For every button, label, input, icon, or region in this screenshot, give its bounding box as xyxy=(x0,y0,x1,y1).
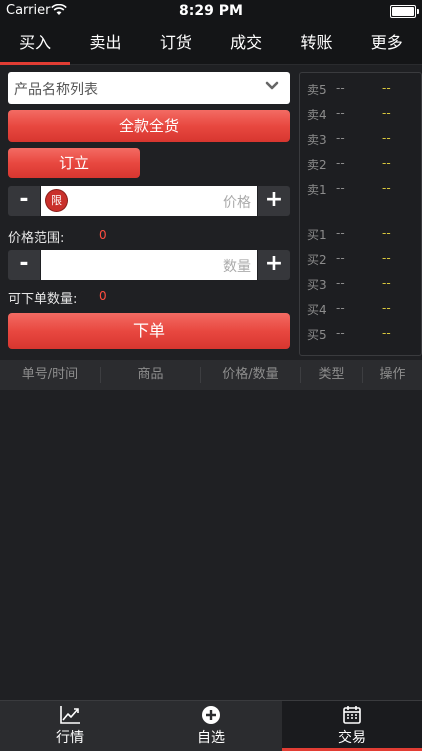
bid-level-label: 买4 xyxy=(307,303,327,317)
quantity-stepper: - 数量 + xyxy=(8,250,290,280)
bid-price: -- xyxy=(336,326,345,340)
chart-trend-icon xyxy=(0,705,140,727)
ask-row: 卖1 -- -- xyxy=(300,179,421,199)
bottom-tab-label: 交易 xyxy=(338,730,366,746)
price-stepper: - 限 价格 + xyxy=(8,186,290,216)
price-input[interactable]: 限 价格 xyxy=(41,186,257,216)
bid-row: 买5 -- -- xyxy=(300,324,421,344)
bottom-tab-label: 行情 xyxy=(56,730,84,746)
add-circle-icon xyxy=(141,705,281,727)
ask-level-label: 卖2 xyxy=(307,158,327,172)
battery-icon xyxy=(390,5,419,18)
bid-price: -- xyxy=(336,301,345,315)
bid-row: 买1 -- -- xyxy=(300,224,421,244)
calendar-icon xyxy=(282,705,422,727)
ask-level-label: 卖3 xyxy=(307,133,327,147)
bottom-tab-watchlist[interactable]: 自选 xyxy=(141,701,281,751)
ask-volume: -- xyxy=(382,106,391,120)
product-select-value: 产品名称列表 xyxy=(14,82,98,98)
bid-volume: -- xyxy=(382,251,391,265)
tab-transfer[interactable]: 转账 xyxy=(281,22,351,64)
bid-row: 买3 -- -- xyxy=(300,274,421,294)
submit-order-button[interactable]: 下单 xyxy=(8,313,290,349)
price-placeholder: 价格 xyxy=(223,195,251,211)
price-range-label: 价格范围: xyxy=(8,231,65,246)
ask-price: -- xyxy=(336,131,345,145)
column-type: 类型 xyxy=(318,367,345,382)
ask-row: 卖3 -- -- xyxy=(300,129,421,149)
bottom-tab-market[interactable]: 行情 xyxy=(0,701,140,751)
price-plus-button[interactable]: + xyxy=(258,186,290,216)
all-goods-button[interactable]: 全款全货 xyxy=(8,110,290,142)
tab-sell[interactable]: 卖出 xyxy=(70,22,140,64)
column-price-quantity: 价格/数量 xyxy=(222,367,279,382)
clock: 8:29 PM xyxy=(179,3,243,19)
limit-badge: 限 xyxy=(46,190,67,211)
ask-level-label: 卖4 xyxy=(307,108,327,122)
orderable-quantity-label: 可下单数量: xyxy=(8,292,78,307)
product-select[interactable]: 产品名称列表 xyxy=(8,72,290,104)
ask-volume: -- xyxy=(382,156,391,170)
ask-price: -- xyxy=(336,181,345,195)
quantity-plus-button[interactable]: + xyxy=(258,250,290,280)
bid-row: 买2 -- -- xyxy=(300,249,421,269)
ask-level-label: 卖1 xyxy=(307,183,327,197)
orderable-quantity-value: 0 xyxy=(99,289,107,303)
ask-row: 卖2 -- -- xyxy=(300,154,421,174)
ask-volume: -- xyxy=(382,181,391,195)
ask-row: 卖4 -- -- xyxy=(300,104,421,124)
ask-price: -- xyxy=(336,81,345,95)
ask-volume: -- xyxy=(382,81,391,95)
trade-tabs: 买入 卖出 订货 成交 转账 更多 xyxy=(0,22,422,65)
ask-volume: -- xyxy=(382,131,391,145)
bottom-tab-label: 自选 xyxy=(197,730,225,746)
bid-price: -- xyxy=(336,251,345,265)
bid-level-label: 买5 xyxy=(307,328,327,342)
bottom-tab-bar: 行情 自选 交易 xyxy=(0,700,422,751)
ask-row: 卖5 -- -- xyxy=(300,79,421,99)
bid-volume: -- xyxy=(382,276,391,290)
column-order-id-time: 单号/时间 xyxy=(21,367,79,382)
quantity-minus-button[interactable]: - xyxy=(8,250,40,280)
bottom-tab-trade[interactable]: 交易 xyxy=(282,701,422,751)
bid-level-label: 买1 xyxy=(307,228,327,242)
orders-table-header: 单号/时间 商品 价格/数量 类型 操作 xyxy=(0,360,422,390)
tab-orders[interactable]: 订货 xyxy=(141,22,211,64)
status-bar: Carrier 8:29 PM xyxy=(0,0,422,22)
bid-volume: -- xyxy=(382,326,391,340)
quantity-placeholder: 数量 xyxy=(223,259,251,275)
column-action: 操作 xyxy=(379,367,406,382)
bid-volume: -- xyxy=(382,301,391,315)
bid-row: 买4 -- -- xyxy=(300,299,421,319)
ask-price: -- xyxy=(336,106,345,120)
ask-price: -- xyxy=(336,156,345,170)
bid-price: -- xyxy=(336,276,345,290)
tab-more[interactable]: 更多 xyxy=(352,22,422,64)
column-product: 商品 xyxy=(137,367,164,382)
bid-volume: -- xyxy=(382,226,391,240)
tab-buy[interactable]: 买入 xyxy=(0,22,71,65)
chevron-down-icon xyxy=(264,78,280,94)
bid-price: -- xyxy=(336,226,345,240)
order-book: 卖5 -- -- 卖4 -- -- 卖3 -- -- 卖2 -- -- 卖1 -… xyxy=(299,72,422,356)
bid-level-label: 买3 xyxy=(307,278,327,292)
order-button[interactable]: 订立 xyxy=(8,148,140,178)
price-range-value: 0 xyxy=(99,228,107,242)
tab-deals[interactable]: 成交 xyxy=(211,22,281,64)
quantity-input[interactable]: 数量 xyxy=(41,250,257,280)
ask-level-label: 卖5 xyxy=(307,83,327,97)
price-minus-button[interactable]: - xyxy=(8,186,40,216)
bid-level-label: 买2 xyxy=(307,253,327,267)
